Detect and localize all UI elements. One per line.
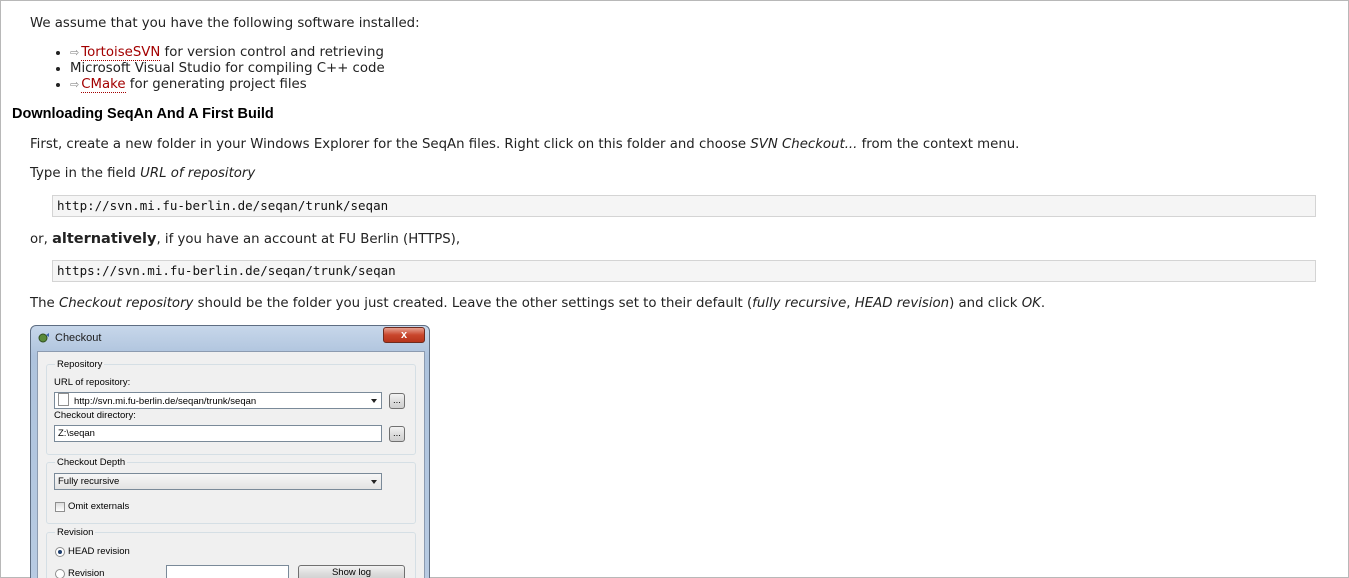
chevron-down-icon xyxy=(371,399,377,403)
paragraph-text: . xyxy=(1040,296,1046,311)
intro-text: We assume that you have the following so… xyxy=(30,16,420,31)
emphasis-text: OK xyxy=(1021,296,1041,311)
dialog-titlebar: Checkout x xyxy=(31,326,429,350)
paragraph-text: should be the folder you just created. L… xyxy=(193,296,753,311)
paragraph-text: First, create a new folder in your Windo… xyxy=(30,137,751,152)
head-revision-label: HEAD revision xyxy=(68,546,130,557)
paragraph-checkout: First, create a new folder in your Windo… xyxy=(30,137,1019,153)
url-value: http://svn.mi.fu-berlin.de/seqan/trunk/s… xyxy=(74,396,257,407)
emphasis-text: URL of repository xyxy=(140,166,256,181)
dialog-body: Repository URL of repository: http://svn… xyxy=(37,351,425,578)
browse-dir-button: ... xyxy=(389,426,405,442)
list-item: Microsoft Visual Studio for compiling C+… xyxy=(70,61,385,77)
group-label: Checkout Depth xyxy=(55,457,128,468)
paragraph-text: Type in the field xyxy=(30,166,141,181)
section-heading: Downloading SeqAn And A First Build xyxy=(12,106,274,122)
paragraph-defaults: The Checkout repository should be the fo… xyxy=(30,296,1045,312)
paragraph-type-url: Type in the field URL of repository xyxy=(30,166,255,182)
emphasis-text: SVN Checkout... xyxy=(750,137,858,152)
tortoisesvn-link[interactable]: TortoiseSVN xyxy=(81,45,161,61)
head-revision-radio xyxy=(55,547,65,557)
close-button: x xyxy=(383,327,425,343)
list-item-text: Microsoft Visual Studio for compiling C+… xyxy=(70,61,385,76)
emphasis-text: Checkout repository xyxy=(58,296,194,311)
code-block-https[interactable]: https://svn.mi.fu-berlin.de/seqan/trunk/… xyxy=(52,260,1316,282)
list-item-text: for generating project files xyxy=(125,77,307,92)
browse-url-button: ... xyxy=(389,393,405,409)
software-list: ⇨TortoiseSVN for version control and ret… xyxy=(30,45,385,93)
list-item: ⇨TortoiseSVN for version control and ret… xyxy=(70,45,385,61)
depth-dropdown: Fully recursive xyxy=(54,473,382,490)
url-label: URL of repository: xyxy=(54,377,131,388)
strong-text: alternatively xyxy=(52,231,157,247)
chevron-down-icon xyxy=(371,480,377,484)
group-label: Repository xyxy=(55,359,105,370)
list-item: ⇨CMake for generating project files xyxy=(70,77,385,93)
paragraph-text: The xyxy=(30,296,59,311)
dialog-title: Checkout xyxy=(55,332,102,344)
omit-externals-checkbox xyxy=(55,502,65,512)
cmake-link[interactable]: CMake xyxy=(81,77,126,93)
paragraph-text: from the context menu. xyxy=(857,137,1020,152)
url-combobox: http://svn.mi.fu-berlin.de/seqan/trunk/s… xyxy=(54,392,382,409)
paragraph-text: ) and click xyxy=(949,296,1022,311)
tortoise-icon xyxy=(38,333,49,343)
document-icon xyxy=(58,393,69,406)
checkout-dialog-screenshot: Checkout x Repository URL of repository:… xyxy=(30,325,430,578)
omit-externals-label: Omit externals xyxy=(68,501,130,512)
external-link-icon: ⇨ xyxy=(70,46,80,59)
paragraph-alternatively: or, alternatively, if you have an accoun… xyxy=(30,231,460,248)
checkout-dir-input: Z:\seqan xyxy=(54,425,382,442)
list-item-text: for version control and retrieving xyxy=(160,45,384,60)
revision-label: Revision xyxy=(68,568,105,578)
paragraph-text: , xyxy=(846,296,855,311)
paragraph-text: or, xyxy=(30,232,53,247)
checkout-dir-label: Checkout directory: xyxy=(54,410,136,421)
external-link-icon: ⇨ xyxy=(70,78,80,91)
emphasis-text: fully recursive xyxy=(752,296,847,311)
depth-group: Checkout Depth xyxy=(46,457,416,524)
paragraph-text: , if you have an account at FU Berlin (H… xyxy=(156,232,461,247)
show-log-button: Show log xyxy=(298,565,405,578)
revision-radio xyxy=(55,569,65,578)
group-label: Revision xyxy=(55,527,96,538)
depth-value: Fully recursive xyxy=(58,476,120,487)
revision-input xyxy=(166,565,289,578)
emphasis-text: HEAD revision xyxy=(854,296,950,311)
code-block-http[interactable]: http://svn.mi.fu-berlin.de/seqan/trunk/s… xyxy=(52,195,1316,217)
